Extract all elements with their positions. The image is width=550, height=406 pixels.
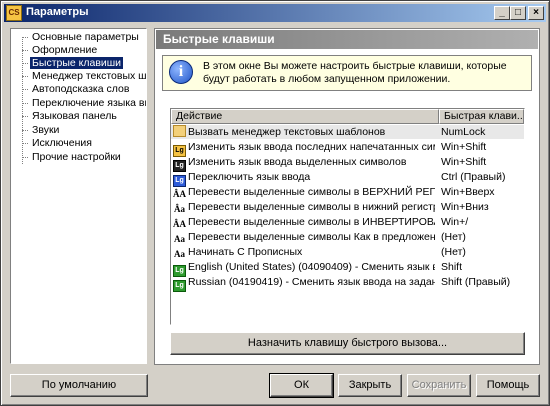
table-row[interactable]: Aa Начинать С Прописных (Нет) — [171, 245, 524, 259]
table-row[interactable]: ÂA Перевести выделенные символы в ИНВЕРТИ… — [171, 215, 524, 229]
hotkey-cell: Shift — [441, 261, 463, 273]
tree-item-autocomplete[interactable]: Автоподсказка слов — [22, 83, 131, 96]
lg-green-icon: Lg — [173, 280, 186, 292]
tree-item-hotkeys[interactable]: Быстрые клавиши — [22, 57, 124, 70]
table-row[interactable]: Âa Перевести выделенные символы в нижний … — [171, 200, 524, 214]
table-header: Действие Быстрая клави... — [171, 109, 524, 124]
action-cell: ÂA Перевести выделенные символы в ИНВЕРТИ… — [173, 216, 435, 229]
table-row[interactable]: Lg Russian (04190419) - Сменить язык ввод… — [171, 275, 524, 292]
table-row[interactable]: Lg Изменить язык ввода выделенных символо… — [171, 155, 524, 172]
tree-item-appearance[interactable]: Оформление — [22, 44, 99, 57]
hotkey-cell: Win+Shift — [441, 156, 487, 168]
table-row[interactable]: Lg Изменить язык ввода последних напечата… — [171, 140, 524, 157]
hotkey-cell: Win+Shift — [441, 141, 487, 153]
table-row[interactable]: Lg English (United States) (04090409) - С… — [171, 260, 524, 277]
table-row[interactable]: Aa Перевести выделенные символы Как в пре… — [171, 230, 524, 244]
hotkey-cell: Win+Вверх — [441, 186, 495, 198]
save-button[interactable]: Сохранить — [407, 374, 471, 397]
tree-item-layout-switch[interactable]: Переключение языка ввод — [22, 97, 146, 110]
aa-invert-icon: ÂA — [173, 219, 186, 229]
column-action[interactable]: Действие — [171, 109, 439, 124]
info-text: В этом окне Вы можете настроить быстрые … — [203, 60, 507, 85]
action-cell: Âa Перевести выделенные символы в нижний … — [174, 201, 435, 214]
app-icon: CS — [6, 5, 22, 21]
hotkeys-table: Действие Быстрая клави... Вызвать менедж… — [170, 108, 525, 325]
folder-icon — [173, 125, 186, 137]
table-row[interactable]: ÂA Перевести выделенные символы в ВЕРХНИЙ… — [171, 185, 524, 199]
minimize-button[interactable]: _ — [494, 6, 510, 20]
hotkey-cell: Shift (Правый) — [441, 276, 511, 288]
aa-upper-icon: ÂA — [173, 189, 186, 199]
hotkey-cell: (Нет) — [441, 231, 466, 243]
tree-item-language-bar[interactable]: Языковая панель — [22, 110, 119, 123]
info-icon: i — [169, 60, 193, 84]
action-cell: Lg Russian (04190419) - Сменить язык ввод… — [173, 275, 435, 292]
tree-item-general[interactable]: Основные параметры — [22, 31, 141, 44]
hotkey-cell: Ctrl (Правый) — [441, 171, 506, 183]
close-window-button[interactable]: × — [528, 6, 544, 20]
ok-button[interactable]: ОК — [269, 373, 334, 398]
hotkey-cell: Win+Вниз — [441, 201, 489, 213]
window-title: Параметры — [26, 6, 89, 18]
panel-title: Быстрые клавиши — [156, 30, 538, 49]
hotkey-cell: (Нет) — [441, 246, 466, 258]
help-button[interactable]: Помощь — [476, 374, 540, 397]
action-cell: Aa Перевести выделенные символы Как в пре… — [174, 231, 435, 244]
hotkeys-panel: Быстрые клавиши i В этом окне Вы можете … — [154, 28, 540, 365]
aa-title-icon: Aa — [174, 249, 185, 259]
aa-lower-icon: Âa — [174, 204, 185, 214]
hotkey-cell: NumLock — [441, 126, 486, 138]
tree-item-other[interactable]: Прочие настройки — [22, 151, 123, 164]
tree-item-sounds[interactable]: Звуки — [22, 124, 61, 137]
tree-item-exceptions[interactable]: Исключения — [22, 137, 94, 150]
assign-hotkey-button[interactable]: Назначить клавишу быстрого вызова... — [170, 332, 525, 355]
info-box: i В этом окне Вы можете настроить быстры… — [162, 55, 532, 91]
action-cell: Aa Начинать С Прописных — [174, 246, 303, 259]
aa-sentence-icon: Aa — [174, 234, 185, 244]
settings-window: CS Параметры _ □ × Основные параметры Оф… — [0, 0, 550, 406]
table-row[interactable]: Вызвать менеджер текстовых шаблонов NumL… — [171, 125, 524, 139]
close-button[interactable]: Закрыть — [338, 374, 402, 397]
settings-tree: Основные параметры Оформление Быстрые кл… — [10, 28, 147, 364]
defaults-button[interactable]: По умолчанию — [10, 374, 148, 397]
tree-item-text-templates[interactable]: Менеджер текстовых шабл — [22, 70, 146, 83]
table-row[interactable]: Lg Переключить язык ввода Ctrl (Правый) — [171, 170, 524, 187]
action-cell: ÂA Перевести выделенные символы в ВЕРХНИЙ… — [173, 186, 435, 199]
column-hotkey[interactable]: Быстрая клави... — [439, 109, 524, 124]
maximize-button[interactable]: □ — [510, 6, 526, 20]
action-cell: Вызвать менеджер текстовых шаблонов — [173, 125, 435, 139]
title-bar[interactable]: CS Параметры _ □ × — [4, 4, 546, 22]
hotkey-cell: Win+/ — [441, 216, 469, 228]
